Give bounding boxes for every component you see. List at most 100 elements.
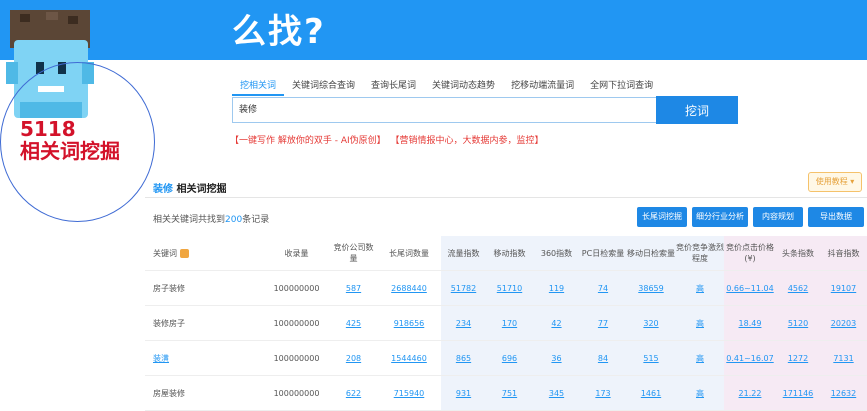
col-douyin-index: 抖音指数 xyxy=(820,236,867,271)
col-bid-companies: 竞价公司数量 xyxy=(330,236,377,271)
cell-mobile-index[interactable]: 170 xyxy=(486,305,533,341)
cell-traffic-index[interactable]: 234 xyxy=(441,305,486,341)
table-row: 房子装修 100000000 587 2688440 51782 51710 1… xyxy=(145,270,867,306)
cell-bid-companies[interactable]: 587 xyxy=(330,270,377,306)
cell-toutiao-index[interactable]: 171146 xyxy=(776,375,820,411)
cell-360-index[interactable]: 42 xyxy=(533,305,580,341)
tutorial-button[interactable]: 使用教程 ▾ xyxy=(808,172,862,192)
section-keyword: 装修 xyxy=(153,184,173,195)
cell-longtail-count[interactable]: 918656 xyxy=(377,305,441,341)
cell-keyword[interactable]: 房屋装修 xyxy=(145,375,263,411)
tab-related-words[interactable]: 挖相关词 xyxy=(232,78,285,96)
cell-mobile-daily[interactable]: 320 xyxy=(626,305,676,341)
table-row: 装潢 100000000 208 1544460 865 696 36 84 5… xyxy=(145,340,867,376)
divider xyxy=(145,197,867,198)
cell-pc-daily[interactable]: 77 xyxy=(580,305,626,341)
keyword-table: 关键词 收录量 竞价公司数量 长尾词数量 流量指数 移动指数 360指数 PC日… xyxy=(145,236,867,411)
cell-click-price[interactable]: 0.41~16.07 xyxy=(724,340,776,376)
cell-competition[interactable]: 高 xyxy=(676,340,724,376)
cell-indexed: 100000000 xyxy=(263,270,330,306)
tab-dropdown-query[interactable]: 全网下拉词查询 xyxy=(582,78,661,96)
cell-bid-companies[interactable]: 622 xyxy=(330,375,377,411)
search-input[interactable]: 装修 xyxy=(232,97,656,123)
search-tabs: 挖相关词 关键词综合查询 查询长尾词 关键词动态趋势 挖移动端流量词 全网下拉词… xyxy=(232,78,661,96)
industry-analysis-button[interactable]: 细分行业分析 xyxy=(692,207,748,227)
cell-360-index[interactable]: 36 xyxy=(533,340,580,376)
cell-keyword[interactable]: 装修房子 xyxy=(145,305,263,341)
promo-intel-link[interactable]: 【营销情报中心，大数据内参，监控】 xyxy=(391,136,544,146)
col-mobile-index: 移动指数 xyxy=(486,236,533,271)
cell-longtail-count[interactable]: 1544460 xyxy=(377,340,441,376)
table-row: 装修房子 100000000 425 918656 234 170 42 77 … xyxy=(145,305,867,341)
cell-pc-daily[interactable]: 173 xyxy=(580,375,626,411)
result-number: 200 xyxy=(225,215,243,225)
cell-click-price[interactable]: 21.22 xyxy=(724,375,776,411)
cell-pc-daily[interactable]: 84 xyxy=(580,340,626,376)
cell-indexed: 100000000 xyxy=(263,305,330,341)
cell-bid-companies[interactable]: 208 xyxy=(330,340,377,376)
cell-click-price[interactable]: 0.66~11.04 xyxy=(724,270,776,306)
cell-longtail-count[interactable]: 2688440 xyxy=(377,270,441,306)
cell-keyword[interactable]: 装潢 xyxy=(145,340,263,376)
result-suffix: 条记录 xyxy=(242,215,270,225)
cell-competition[interactable]: 高 xyxy=(676,305,724,341)
table-row: 房屋装修 100000000 622 715940 931 751 345 17… xyxy=(145,375,867,411)
cell-mobile-index[interactable]: 751 xyxy=(486,375,533,411)
cell-traffic-index[interactable]: 931 xyxy=(441,375,486,411)
cell-traffic-index[interactable]: 865 xyxy=(441,340,486,376)
cell-competition[interactable]: 高 xyxy=(676,270,724,306)
cell-toutiao-index[interactable]: 1272 xyxy=(776,340,820,376)
col-mobile-daily: 移动日检索量 xyxy=(626,236,676,271)
cell-mobile-daily[interactable]: 1461 xyxy=(626,375,676,411)
col-competition: 竞价竞争激烈程度 xyxy=(676,236,724,271)
cell-bid-companies[interactable]: 425 xyxy=(330,305,377,341)
tab-mobile-traffic[interactable]: 挖移动端流量词 xyxy=(503,78,582,96)
cell-keyword[interactable]: 房子装修 xyxy=(145,270,263,306)
tab-longtail-query[interactable]: 查询长尾词 xyxy=(363,78,424,96)
cell-longtail-count[interactable]: 715940 xyxy=(377,375,441,411)
col-pc-daily: PC日检索量 xyxy=(580,236,626,271)
cell-pc-daily[interactable]: 74 xyxy=(580,270,626,306)
cell-mobile-index[interactable]: 696 xyxy=(486,340,533,376)
promo-links: 【一键写作 解放你的双手 - AI伪原创】 【营销情报中心，大数据内参，监控】 xyxy=(230,133,546,146)
cell-indexed: 100000000 xyxy=(263,340,330,376)
longtail-mining-button[interactable]: 长尾词挖掘 xyxy=(637,207,687,227)
tab-keyword-trend[interactable]: 关键词动态趋势 xyxy=(424,78,503,96)
cell-toutiao-index[interactable]: 4562 xyxy=(776,270,820,306)
top-banner: 么找? xyxy=(0,0,867,60)
result-prefix: 相关关键词共找到 xyxy=(153,215,226,225)
col-360-index: 360指数 xyxy=(533,236,580,271)
cell-mobile-daily[interactable]: 515 xyxy=(626,340,676,376)
cell-douyin-index[interactable]: 7131 xyxy=(820,340,867,376)
search-button[interactable]: 挖词 xyxy=(656,96,738,124)
banner-title: 么找? xyxy=(232,12,326,52)
cell-douyin-index[interactable]: 20203 xyxy=(820,305,867,341)
table-header-row: 关键词 收录量 竞价公司数量 长尾词数量 流量指数 移动指数 360指数 PC日… xyxy=(145,236,867,271)
cell-click-price[interactable]: 18.49 xyxy=(724,305,776,341)
cell-douyin-index[interactable]: 19107 xyxy=(820,270,867,306)
cell-toutiao-index[interactable]: 5120 xyxy=(776,305,820,341)
watermark-line-2: 相关词挖掘 xyxy=(20,139,120,163)
cell-douyin-index[interactable]: 12632 xyxy=(820,375,867,411)
watermark-text: 5118 相关词挖掘 xyxy=(20,118,120,162)
col-traffic-index: 流量指数 xyxy=(441,236,486,271)
export-data-button[interactable]: 导出数据 xyxy=(808,207,864,227)
col-longtail-count: 长尾词数量 xyxy=(377,236,441,271)
cell-competition[interactable]: 高 xyxy=(676,375,724,411)
section-title: 装修 相关词挖掘 xyxy=(153,180,226,195)
col-indexed: 收录量 xyxy=(263,236,330,271)
cell-360-index[interactable]: 345 xyxy=(533,375,580,411)
cell-mobile-daily[interactable]: 38659 xyxy=(626,270,676,306)
cell-mobile-index[interactable]: 51710 xyxy=(486,270,533,306)
section-title-text: 相关词挖掘 xyxy=(176,184,227,195)
content-plan-button[interactable]: 内容规划 xyxy=(753,207,803,227)
promo-ai-writing-link[interactable]: 【一键写作 解放你的双手 - AI伪原创】 xyxy=(230,136,386,146)
result-count: 相关关键词共找到200条记录 xyxy=(153,212,269,225)
cell-indexed: 100000000 xyxy=(263,375,330,411)
cell-traffic-index[interactable]: 51782 xyxy=(441,270,486,306)
tab-keyword-query[interactable]: 关键词综合查询 xyxy=(284,78,363,96)
cell-360-index[interactable]: 119 xyxy=(533,270,580,306)
col-keyword: 关键词 xyxy=(145,236,263,271)
help-icon xyxy=(180,248,189,258)
watermark-line-1: 5118 xyxy=(20,117,76,141)
